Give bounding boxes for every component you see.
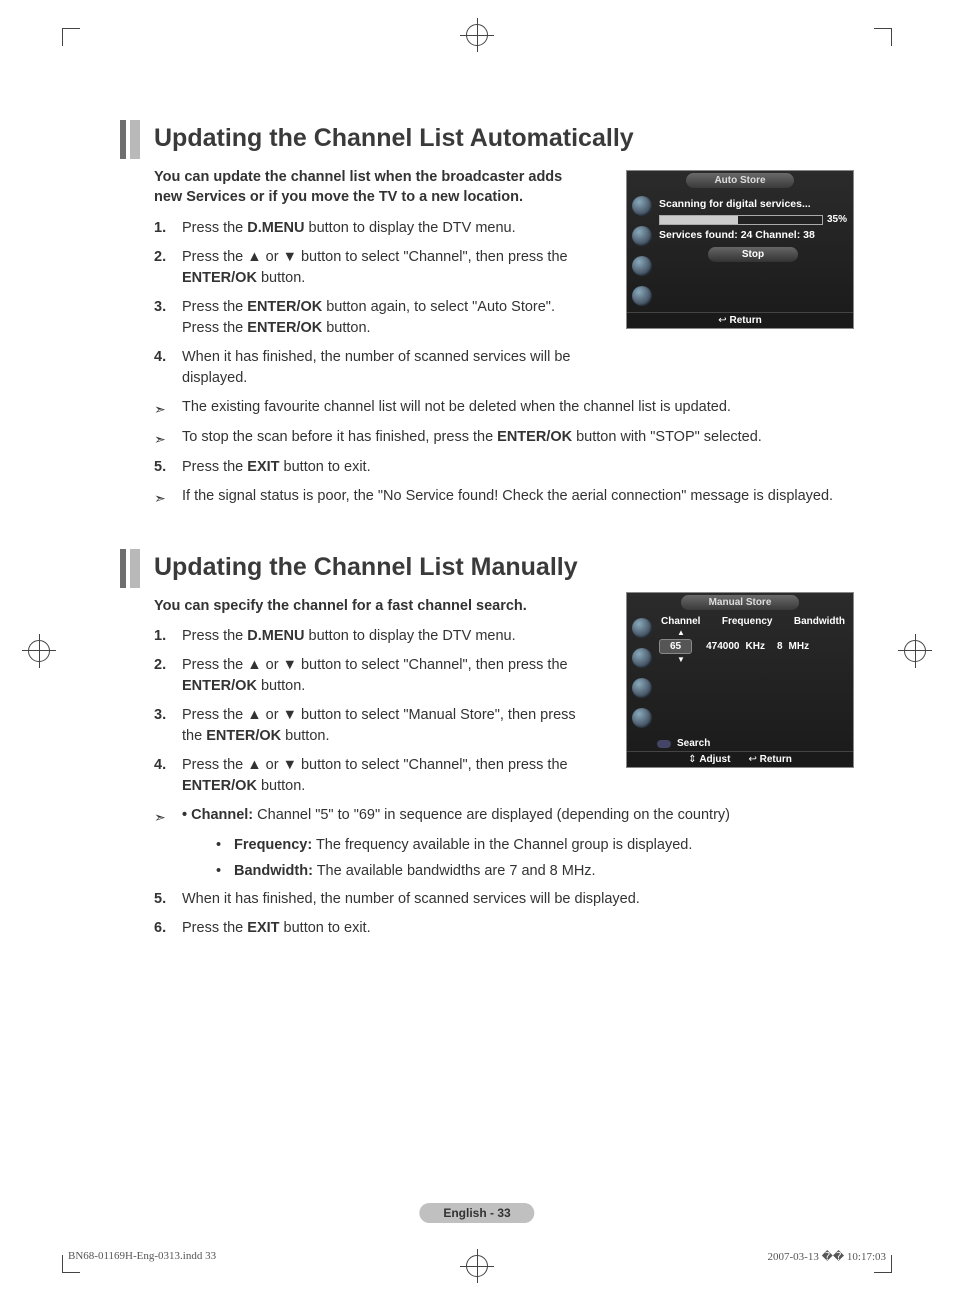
print-datetime: 2007-03-13 �� 10:17:03 [768, 1250, 887, 1263]
section-heading-row: Updating the Channel List Automatically [120, 120, 854, 159]
osd-title: Manual Store [681, 595, 800, 610]
osd-mhz-label: MHz [789, 641, 810, 652]
note-arrow-icon: ➣ [154, 427, 182, 449]
osd-title: Auto Store [686, 173, 793, 188]
print-footer: BN68-01169H-Eng-0313.indd 33 2007-03-13 … [68, 1250, 886, 1263]
section-intro: You can specify the channel for a fast c… [154, 596, 574, 616]
step-text: Press the EXIT button to exit. [182, 457, 854, 478]
note-text: The existing favourite channel list will… [182, 397, 854, 419]
osd-col-frequency: Frequency [722, 616, 773, 627]
heading-accent-bars [120, 549, 140, 588]
osd-footer: ⇕ Adjust ↩ Return [627, 751, 853, 767]
step-number: 2. [154, 247, 182, 289]
step-text: Press the ▲ or ▼ button to select "Chann… [182, 655, 582, 697]
updown-icon: ⇕ [688, 754, 696, 765]
bullet-icon: • [216, 835, 234, 857]
step-number: 6. [154, 918, 182, 939]
osd-col-bandwidth: Bandwidth [794, 616, 845, 627]
step-text: Press the D.MENU button to display the D… [182, 626, 582, 647]
section-heading-row: Updating the Channel List Manually [120, 549, 854, 588]
registration-mark-icon [466, 24, 488, 46]
osd-khz-label: KHz [746, 641, 765, 652]
osd-scanning-label: Scanning for digital services... [659, 198, 847, 210]
osd-sidebar-icons [627, 612, 657, 734]
bullet-icon: • [216, 861, 234, 883]
registration-mark-icon [904, 640, 926, 662]
note-arrow-icon: ➣ [154, 486, 182, 508]
sub-bullet: • Frequency: The frequency available in … [216, 835, 854, 857]
osd-progress-bar [659, 215, 823, 225]
osd-frequency-value: 474000 [706, 641, 739, 652]
note-text: If the signal status is poor, the "No Se… [182, 486, 854, 508]
step-number: 4. [154, 347, 182, 389]
step-text: Press the ▲ or ▼ button to select "Chann… [182, 755, 582, 797]
up-triangle-icon: ▲ [659, 629, 703, 637]
return-icon: ↩ [748, 754, 756, 765]
step-number: 3. [154, 297, 182, 339]
osd-menu-icon [632, 226, 652, 246]
osd-menu-icon [632, 256, 652, 276]
registration-mark-icon [28, 640, 50, 662]
section-heading: Updating the Channel List Automatically [154, 120, 634, 159]
osd-progress-percent: 35% [827, 214, 847, 225]
osd-search-indicator-icon [657, 740, 671, 748]
crop-mark [62, 28, 80, 46]
step-text: Press the ENTER/OK button again, to sele… [182, 297, 582, 339]
step-number: 2. [154, 655, 182, 697]
section-intro: You can update the channel list when the… [154, 167, 574, 208]
step-number: 4. [154, 755, 182, 797]
osd-menu-icon [632, 648, 652, 668]
osd-menu-icon [632, 286, 652, 306]
osd-menu-icon [632, 196, 652, 216]
osd-sidebar-icons [627, 190, 657, 312]
osd-menu-icon [632, 618, 652, 638]
heading-accent-bars [120, 120, 140, 159]
step-number: 3. [154, 705, 182, 747]
step-text: Press the EXIT button to exit. [182, 918, 854, 939]
note-item: ➣ • Channel: Channel "5" to "69" in sequ… [154, 805, 854, 827]
step-text: When it has finished, the number of scan… [182, 347, 582, 389]
osd-menu-icon [632, 678, 652, 698]
osd-bandwidth-value: 8 [777, 641, 783, 652]
note-arrow-icon: ➣ [154, 397, 182, 419]
section-heading: Updating the Channel List Manually [154, 549, 578, 588]
step-text: Press the ▲ or ▼ button to select "Chann… [182, 247, 582, 289]
note-text: To stop the scan before it has finished,… [182, 427, 854, 449]
note-text: • Channel: Channel "5" to "69" in sequen… [182, 805, 854, 827]
note-arrow-icon: ➣ [154, 805, 182, 827]
step-text: When it has finished, the number of scan… [182, 889, 854, 910]
note-item: ➣ If the signal status is poor, the "No … [154, 486, 854, 508]
step-number: 5. [154, 889, 182, 910]
sub-bullet: • Bandwidth: The available bandwidths ar… [216, 861, 854, 883]
step-item: 5. When it has finished, the number of s… [154, 889, 854, 910]
return-icon: ↩ [718, 315, 726, 326]
osd-stop-button[interactable]: Stop [708, 247, 798, 262]
step-number: 1. [154, 626, 182, 647]
page-number-pill: English - 33 [419, 1203, 534, 1223]
step-number: 1. [154, 218, 182, 239]
page-content: Updating the Channel List Automatically … [120, 120, 854, 947]
step-text: Press the ▲ or ▼ button to select "Manua… [182, 705, 582, 747]
step-number: 5. [154, 457, 182, 478]
osd-manual-store: Manual Store Channel Frequency Bandwidth [626, 592, 854, 768]
note-item: ➣ The existing favourite channel list wi… [154, 397, 854, 419]
osd-services-found: Services found: 24 Channel: 38 [659, 229, 847, 241]
osd-channel-value[interactable]: 65 [659, 639, 692, 654]
step-item: 4. When it has finished, the number of s… [154, 347, 854, 389]
osd-footer: ↩ Return [627, 312, 853, 328]
crop-mark [874, 28, 892, 46]
note-item: ➣ To stop the scan before it has finishe… [154, 427, 854, 449]
step-item: 5. Press the EXIT button to exit. [154, 457, 854, 478]
step-item: 6. Press the EXIT button to exit. [154, 918, 854, 939]
osd-auto-store: Auto Store Scanning for digital services… [626, 170, 854, 329]
osd-search-label[interactable]: Search [677, 738, 710, 749]
source-file-label: BN68-01169H-Eng-0313.indd 33 [68, 1250, 216, 1263]
osd-menu-icon [632, 708, 652, 728]
osd-progress-fill [660, 216, 738, 224]
down-triangle-icon: ▼ [659, 656, 703, 664]
osd-col-channel: Channel [661, 616, 700, 627]
